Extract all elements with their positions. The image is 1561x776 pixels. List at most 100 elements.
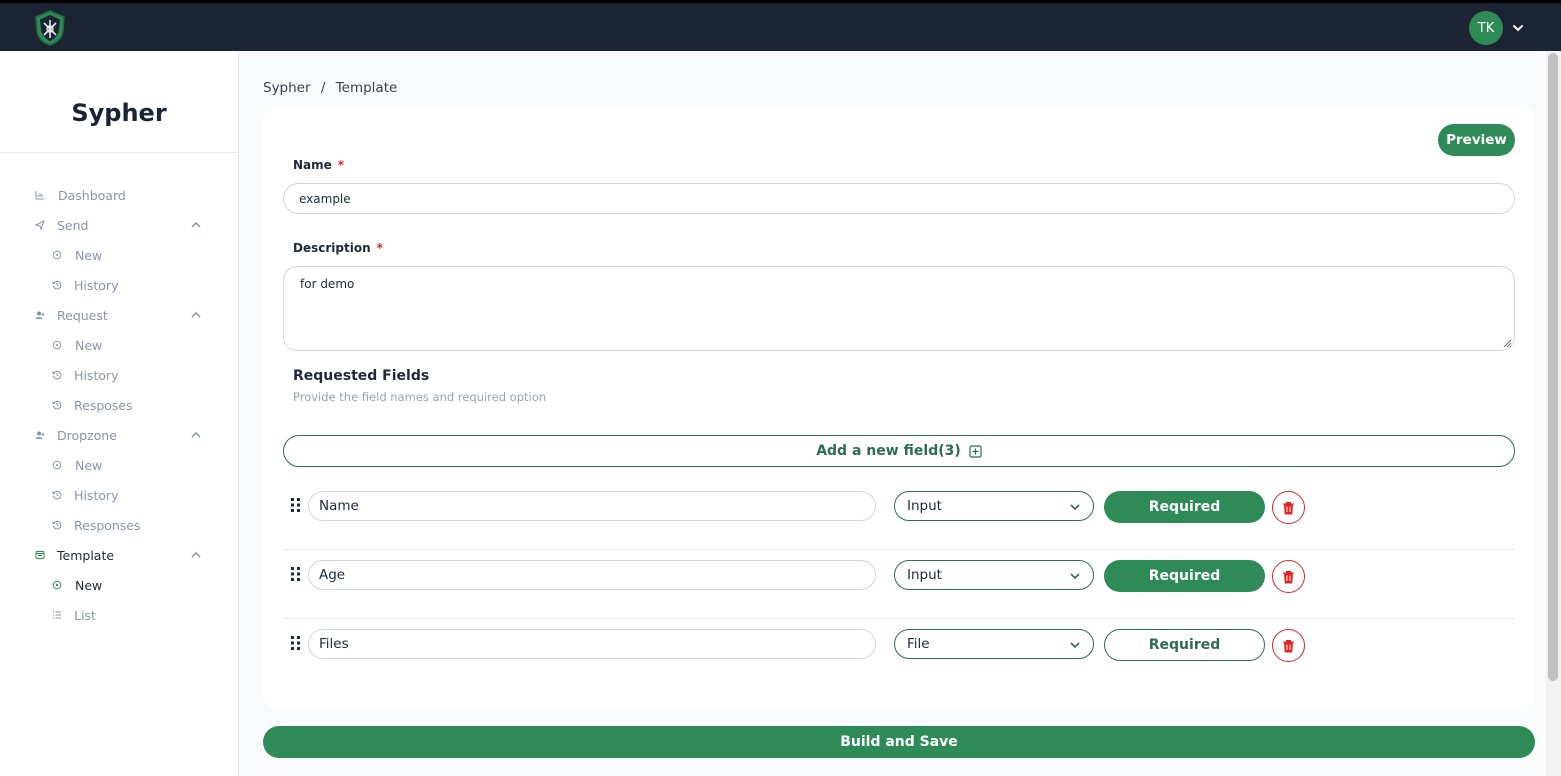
description-label: Description *: [293, 241, 383, 255]
description-textarea[interactable]: for demo: [283, 266, 1515, 351]
build-and-save-button[interactable]: Build and Save: [263, 726, 1535, 758]
drag-handle-icon[interactable]: [290, 497, 301, 513]
drag-handle-icon[interactable]: [290, 566, 301, 582]
required-toggle[interactable]: Required: [1104, 560, 1265, 592]
sidebar-item-label: Responses: [74, 517, 141, 533]
user-add-icon: [35, 311, 45, 319]
plus-circle-icon: [52, 250, 62, 260]
sidebar-item-label: Send: [57, 217, 89, 233]
name-input[interactable]: example: [283, 183, 1515, 214]
sidebar-item-send-new[interactable]: New: [0, 240, 238, 270]
field-type-value: Input: [907, 567, 942, 583]
field-row: Files File Required: [283, 619, 1515, 688]
field-type-value: File: [907, 636, 930, 652]
resize-handle-icon[interactable]: [1502, 338, 1512, 348]
required-mark: *: [337, 158, 345, 172]
sidebar-item-label: History: [74, 367, 119, 383]
sidebar-item-label: Resposes: [74, 397, 133, 413]
sidebar-item-dashboard[interactable]: Dashboard: [0, 180, 238, 210]
field-row: Name Input Required: [283, 481, 1515, 550]
field-type-select[interactable]: Input: [894, 560, 1094, 590]
sidebar-item-label: New: [75, 457, 103, 473]
delete-field-button[interactable]: [1272, 491, 1305, 524]
sidebar-item-label: History: [74, 277, 119, 293]
field-name-input[interactable]: Files: [308, 629, 876, 659]
sidebar-item-label: Template: [57, 547, 115, 563]
field-type-select[interactable]: File: [894, 629, 1094, 659]
sidebar-item-dropzone-new[interactable]: New: [0, 450, 238, 480]
trash-icon: [1283, 639, 1294, 652]
sidebar-item-dropzone-responses[interactable]: Responses: [0, 510, 238, 540]
sidebar-item-request[interactable]: Request: [0, 300, 238, 330]
field-type-select[interactable]: Input: [894, 491, 1094, 521]
plus-square-icon: [969, 444, 982, 458]
sidebar-item-template-new[interactable]: New: [0, 570, 238, 600]
sidebar-item-template[interactable]: Template: [0, 540, 238, 570]
name-label-text: Name: [293, 158, 332, 172]
drag-handle-icon[interactable]: [290, 635, 301, 651]
delete-field-button[interactable]: [1272, 560, 1305, 593]
trash-icon: [1283, 501, 1294, 514]
sidebar-item-label: New: [75, 337, 103, 353]
section-title: Requested Fields: [293, 368, 430, 384]
user-add-icon: [35, 431, 45, 439]
field-name-input[interactable]: Name: [308, 491, 876, 521]
history-icon: [52, 520, 62, 530]
template-icon: [35, 551, 45, 559]
required-toggle[interactable]: Required: [1104, 629, 1265, 661]
breadcrumb-separator: /: [320, 80, 326, 96]
sidebar-item-label: List: [74, 607, 96, 623]
shield-logo-icon[interactable]: [32, 9, 68, 47]
chevron-up-icon[interactable]: [190, 309, 202, 321]
breadcrumb-current: Template: [335, 80, 398, 96]
field-row: Age Input Required: [283, 550, 1515, 619]
list-icon: [53, 611, 61, 619]
field-name-input[interactable]: Age: [308, 560, 876, 590]
chevron-down-icon: [1070, 642, 1080, 649]
required-toggle[interactable]: Required: [1104, 491, 1265, 523]
history-icon: [52, 400, 62, 410]
history-icon: [52, 280, 62, 290]
preview-button[interactable]: Preview: [1438, 124, 1515, 156]
delete-field-button[interactable]: [1272, 629, 1305, 662]
sidebar-item-dropzone[interactable]: Dropzone: [0, 420, 238, 450]
main-content: Sypher / Template Preview Name * example …: [239, 51, 1546, 776]
sidebar: Sypher Dashboard Send New History Reques…: [0, 51, 239, 776]
history-icon: [52, 490, 62, 500]
sidebar-item-label: Dropzone: [57, 427, 117, 443]
sidebar-item-send[interactable]: Send: [0, 210, 238, 240]
required-mark: *: [376, 241, 383, 255]
sidebar-item-request-new[interactable]: New: [0, 330, 238, 360]
sidebar-item-label: Request: [57, 307, 108, 323]
description-label-text: Description: [293, 241, 371, 255]
chevron-up-icon[interactable]: [190, 219, 202, 231]
plus-circle-icon: [52, 580, 62, 590]
sidebar-item-request-history[interactable]: History: [0, 360, 238, 390]
sidebar-item-label: New: [75, 577, 103, 593]
avatar[interactable]: TK: [1469, 11, 1503, 45]
section-subtitle: Provide the field names and required opt…: [293, 390, 547, 404]
sidebar-item-label: New: [75, 247, 103, 263]
name-label: Name *: [293, 158, 344, 172]
top-bar: TK: [0, 0, 1561, 51]
chevron-down-icon: [1070, 573, 1080, 580]
trash-icon: [1283, 570, 1294, 583]
chevron-up-icon[interactable]: [190, 429, 202, 441]
brand-title: Sypher: [0, 51, 238, 153]
chevron-down-icon: [1070, 504, 1080, 511]
scrollbar-thumb[interactable]: [1548, 53, 1558, 681]
sidebar-item-label: Dashboard: [58, 187, 126, 203]
sidebar-item-send-history[interactable]: History: [0, 270, 238, 300]
scrollbar[interactable]: [1546, 51, 1561, 776]
chart-icon: [35, 191, 44, 200]
breadcrumb: Sypher / Template: [263, 80, 397, 96]
add-field-button[interactable]: Add a new field(3): [283, 435, 1515, 467]
sidebar-item-request-responses[interactable]: Resposes: [0, 390, 238, 420]
sidebar-item-dropzone-history[interactable]: History: [0, 480, 238, 510]
chevron-down-icon[interactable]: [1511, 21, 1525, 35]
history-icon: [52, 370, 62, 380]
chevron-up-icon[interactable]: [190, 549, 202, 561]
sidebar-item-template-list[interactable]: List: [0, 600, 238, 630]
breadcrumb-root[interactable]: Sypher: [263, 80, 311, 96]
description-value: for demo: [300, 277, 355, 291]
